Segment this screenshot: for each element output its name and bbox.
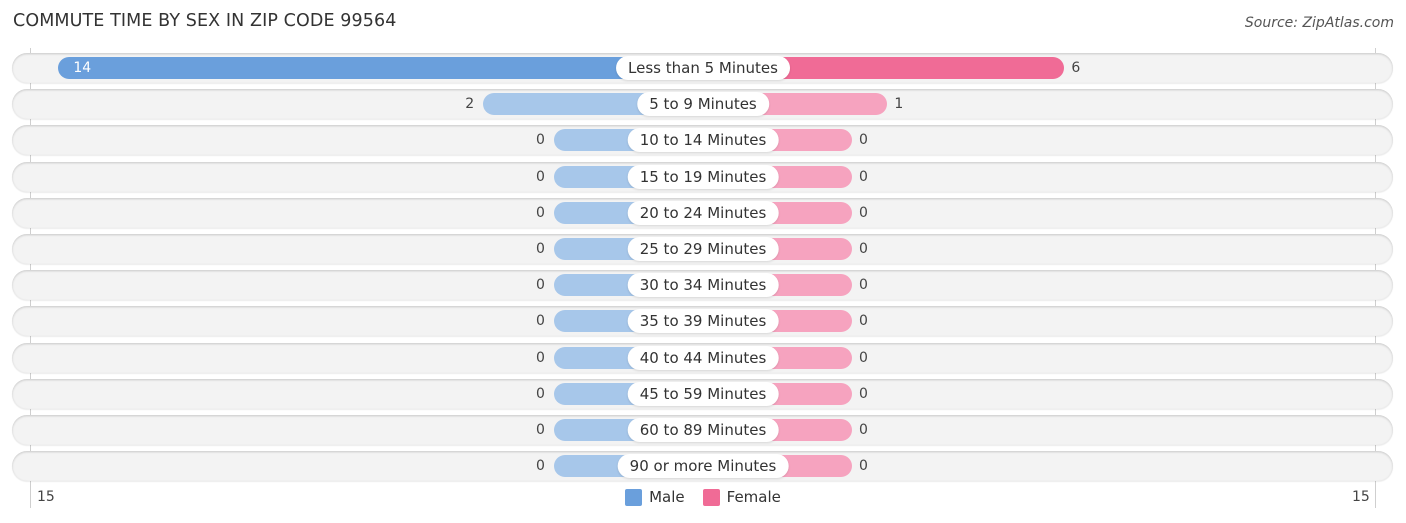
value-label-female: 6	[1071, 60, 1081, 76]
category-label: 60 to 89 Minutes	[627, 418, 779, 442]
value-label-female: 0	[859, 205, 868, 221]
category-label: 40 to 44 Minutes	[627, 346, 779, 370]
legend: Male Female	[0, 488, 1406, 506]
value-label-male: 0	[536, 205, 545, 221]
value-label-female: 1	[894, 96, 904, 112]
value-label-male: 0	[536, 422, 545, 438]
value-label-male: 0	[536, 313, 545, 329]
legend-item-female[interactable]: Female	[702, 488, 781, 506]
category-label: 10 to 14 Minutes	[627, 128, 779, 152]
value-label-male: 0	[536, 350, 545, 366]
value-label-female: 0	[859, 241, 868, 257]
value-label-male: 0	[536, 277, 545, 293]
category-label: 25 to 29 Minutes	[627, 237, 779, 261]
value-label-male: 0	[536, 169, 545, 185]
legend-swatch-female	[702, 488, 720, 506]
value-label-male: 0	[536, 386, 545, 402]
bar-male[interactable]	[58, 57, 703, 79]
value-label-female: 0	[859, 386, 868, 402]
value-label-female: 0	[859, 458, 868, 474]
value-label-female: 0	[859, 350, 868, 366]
value-label-male: 0	[536, 458, 545, 474]
legend-swatch-male	[625, 488, 643, 506]
value-label-female: 0	[859, 422, 868, 438]
value-label-male: 0	[536, 241, 545, 257]
legend-label-male: Male	[649, 488, 685, 506]
value-label-male: 14	[73, 60, 92, 76]
value-label-female: 0	[859, 277, 868, 293]
category-label: 20 to 24 Minutes	[627, 201, 779, 225]
category-label: 5 to 9 Minutes	[637, 92, 769, 116]
value-label-female: 0	[859, 169, 868, 185]
category-label: Less than 5 Minutes	[616, 56, 790, 80]
value-label-male: 2	[465, 96, 475, 112]
category-label: 45 to 59 Minutes	[627, 382, 779, 406]
chart-source: Source: ZipAtlas.com	[1244, 15, 1394, 31]
value-label-male: 0	[536, 132, 545, 148]
category-label: 90 or more Minutes	[617, 454, 789, 478]
legend-label-female: Female	[726, 488, 781, 506]
category-label: 30 to 34 Minutes	[627, 273, 779, 297]
value-label-female: 0	[859, 132, 868, 148]
category-label: 15 to 19 Minutes	[627, 165, 779, 189]
value-label-female: 0	[859, 313, 868, 329]
category-label: 35 to 39 Minutes	[627, 309, 779, 333]
chart-title: COMMUTE TIME BY SEX IN ZIP CODE 99564	[13, 11, 397, 31]
legend-item-male[interactable]: Male	[625, 488, 685, 506]
